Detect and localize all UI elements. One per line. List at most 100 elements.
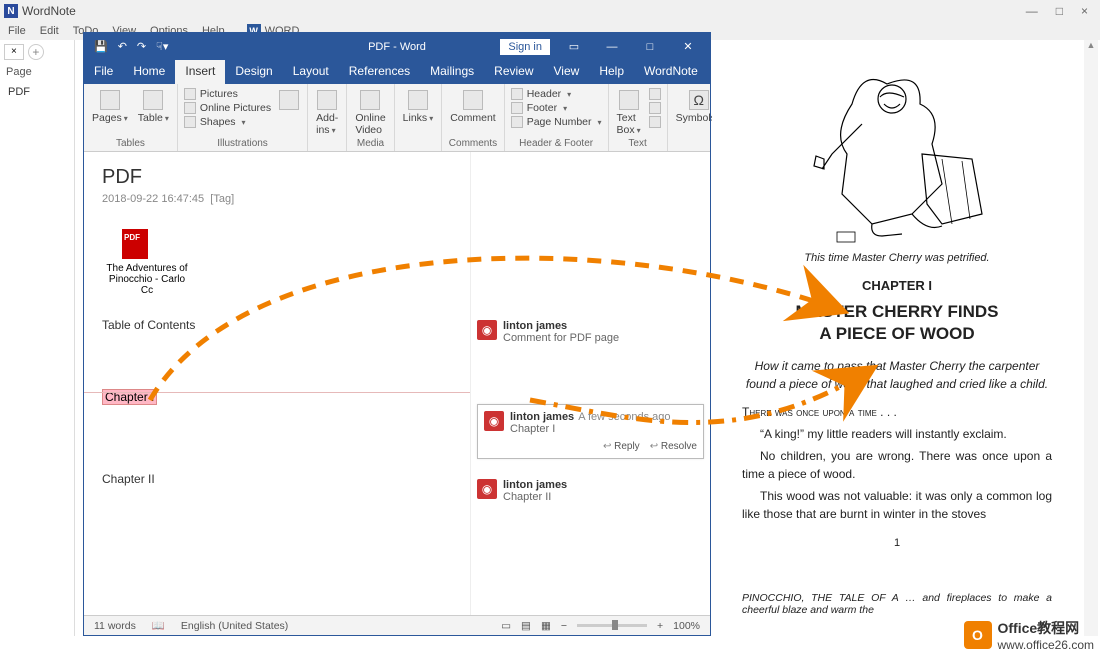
- document-canvas[interactable]: PDF 2018-09-22 16:47:45 [Tag] The Advent…: [84, 152, 470, 615]
- avatar-icon: ◉: [477, 320, 497, 340]
- zoom-slider[interactable]: [577, 624, 647, 627]
- online-pictures-button[interactable]: Online Pictures: [184, 102, 271, 114]
- vertical-scrollbar[interactable]: ▲: [1084, 40, 1098, 636]
- chapter-2-link[interactable]: Chapter II: [102, 472, 452, 486]
- pdf-attachment-icon[interactable]: [122, 229, 148, 259]
- omega-icon: Ω: [689, 90, 709, 110]
- touch-mode-icon[interactable]: ☟▾: [156, 40, 168, 53]
- page-footer: PINOCCHIO, THE TALE OF A … and fireplace…: [742, 592, 1052, 616]
- word-count[interactable]: 11 words: [94, 620, 136, 632]
- shapes-button[interactable]: Shapes: [184, 116, 271, 128]
- zoom-in-icon[interactable]: +: [657, 620, 663, 632]
- comment-2-active[interactable]: ◉ linton jamesA few seconds agoChapter I…: [477, 404, 704, 459]
- chapter-intro: How it came to pass that Master Cherry t…: [742, 357, 1052, 393]
- pdf-attachment-caption: The Adventures of Pinocchio - Carlo Cc: [102, 263, 192, 296]
- pages-button[interactable]: Pages: [90, 88, 130, 126]
- reply-button[interactable]: Reply: [603, 441, 640, 452]
- links-icon: [408, 90, 428, 110]
- comment-button[interactable]: Comment: [448, 88, 498, 126]
- sidebar-add-button[interactable]: +: [28, 44, 44, 60]
- links-button[interactable]: Links: [401, 88, 436, 126]
- tab-review[interactable]: Review: [484, 60, 543, 84]
- tab-references[interactable]: References: [339, 60, 420, 84]
- tab-help[interactable]: Help: [589, 60, 634, 84]
- comment-icon: [463, 90, 483, 110]
- para: This wood was not valuable: it was only …: [742, 487, 1052, 523]
- pdf-preview-page: This time Master Cherry was petrified. C…: [712, 44, 1082, 636]
- tab-layout[interactable]: Layout: [283, 60, 339, 84]
- word-maximize-icon[interactable]: □: [636, 38, 664, 56]
- dropcap-icon: [649, 116, 661, 128]
- window-maximize-icon[interactable]: □: [1056, 4, 1063, 18]
- chapter-label: CHAPTER I: [742, 278, 1052, 293]
- wordnote-app-name: WordNote: [22, 4, 76, 18]
- word-statusbar: 11 words 📖 English (United States) ▭ ▤ ▦…: [84, 615, 710, 635]
- tab-view[interactable]: View: [544, 60, 590, 84]
- textbox-icon: [619, 90, 639, 110]
- page-number: 1: [742, 537, 1052, 549]
- scroll-up-icon[interactable]: ▲: [1084, 40, 1098, 50]
- tab-wordnote[interactable]: WordNote: [634, 60, 708, 84]
- addins-icon: [317, 90, 337, 110]
- ribbon-options-icon[interactable]: ▭: [560, 38, 588, 56]
- page-number-icon: [511, 116, 523, 128]
- window-minimize-icon[interactable]: —: [1026, 4, 1038, 18]
- language-status[interactable]: English (United States): [181, 620, 288, 632]
- undo-icon[interactable]: ↶: [118, 40, 127, 53]
- sidebar-close-tab[interactable]: ×: [4, 44, 24, 60]
- proofing-icon[interactable]: 📖: [152, 619, 165, 632]
- office-logo-icon: O: [964, 621, 992, 649]
- view-read-icon[interactable]: ▭: [501, 620, 511, 632]
- avatar-icon: ◉: [484, 411, 504, 431]
- tab-mailings[interactable]: Mailings: [420, 60, 484, 84]
- tab-file[interactable]: File: [84, 60, 123, 84]
- tab-design[interactable]: Design: [225, 60, 282, 84]
- word-close-icon[interactable]: ✕: [674, 38, 702, 56]
- page-number-button[interactable]: Page Number: [511, 116, 602, 128]
- shapes-icon: [184, 116, 196, 128]
- zoom-percent[interactable]: 100%: [673, 620, 700, 632]
- ribbon: PagesTableTables PicturesOnline Pictures…: [84, 84, 710, 152]
- comment-3[interactable]: ◉ linton jamesChapter II: [477, 479, 704, 503]
- chart-icon: [279, 90, 299, 110]
- doc-heading: PDF: [102, 166, 452, 189]
- tab-home[interactable]: Home: [123, 60, 175, 84]
- word-titlebar: 💾 ↶ ↷ ☟▾ PDF - Word Sign in ▭ — □ ✕: [84, 33, 710, 60]
- para: “A king!” my little readers will instant…: [742, 425, 1052, 443]
- quickparts-icon: [649, 88, 661, 100]
- pictures-button[interactable]: Pictures: [184, 88, 271, 100]
- table-button[interactable]: Table: [136, 88, 171, 126]
- window-close-icon[interactable]: ×: [1081, 4, 1088, 18]
- menu-file[interactable]: File: [8, 25, 26, 37]
- video-icon: [360, 90, 380, 110]
- sidebar-item-pdf[interactable]: PDF: [4, 84, 70, 100]
- illustration-caption: This time Master Cherry was petrified.: [742, 252, 1052, 264]
- footer-button[interactable]: Footer: [511, 102, 602, 114]
- online-video-button[interactable]: Online Video: [353, 88, 387, 138]
- pages-icon: [100, 90, 120, 110]
- save-icon[interactable]: 💾: [94, 40, 108, 53]
- word-window: 💾 ↶ ↷ ☟▾ PDF - Word Sign in ▭ — □ ✕ File…: [83, 32, 711, 636]
- chapter-title: MASTER CHERRY FINDSA PIECE OF WOOD: [742, 301, 1052, 345]
- redo-icon[interactable]: ↷: [137, 40, 146, 53]
- tab-insert[interactable]: Insert: [175, 60, 225, 84]
- online-pictures-icon: [184, 102, 196, 114]
- word-minimize-icon[interactable]: —: [598, 38, 626, 56]
- signin-button[interactable]: Sign in: [500, 39, 550, 55]
- header-button[interactable]: Header: [511, 88, 602, 100]
- footer-icon: [511, 102, 523, 114]
- menu-edit[interactable]: Edit: [40, 25, 59, 37]
- resolve-button[interactable]: Resolve: [650, 441, 697, 452]
- view-print-icon[interactable]: ▤: [521, 620, 531, 632]
- toc-heading: Table of Contents: [102, 318, 452, 332]
- textbox-button[interactable]: Text Box: [615, 88, 643, 138]
- document-title: PDF - Word: [368, 41, 426, 53]
- chart-button[interactable]: [277, 88, 301, 112]
- chapter-illustration: [792, 64, 1002, 244]
- addins-button[interactable]: Add-ins: [314, 88, 340, 138]
- comments-pane: ◉ linton jamesComment for PDF page ◉ lin…: [470, 152, 710, 615]
- wordnote-logo-icon: N: [4, 4, 18, 18]
- comment-1[interactable]: ◉ linton jamesComment for PDF page: [477, 320, 704, 344]
- view-web-icon[interactable]: ▦: [541, 620, 551, 632]
- zoom-out-icon[interactable]: −: [561, 620, 567, 632]
